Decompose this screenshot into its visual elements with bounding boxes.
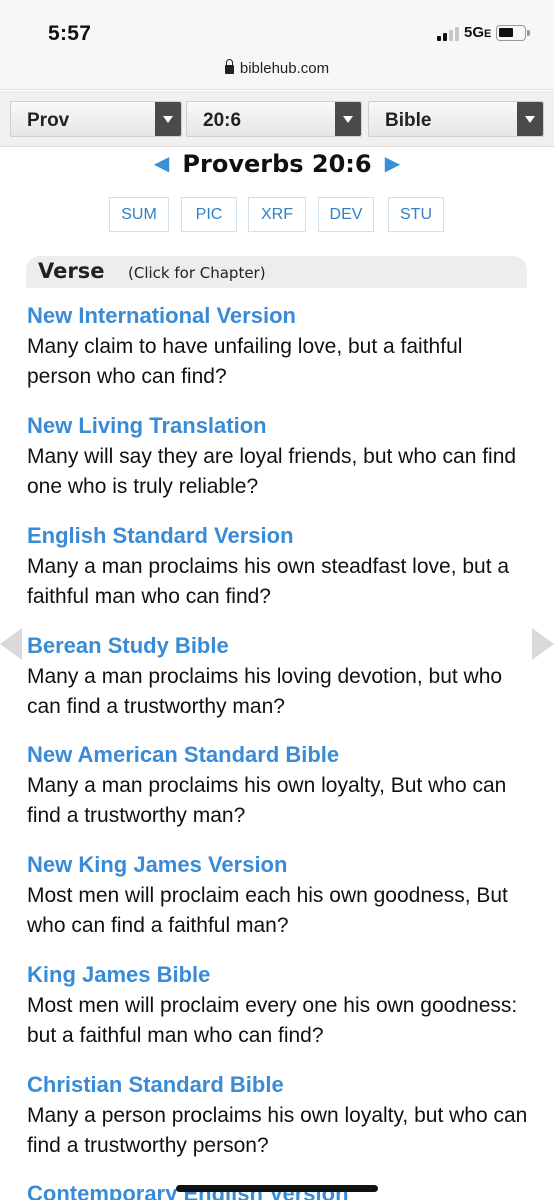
version-select-value: Bible	[385, 110, 432, 131]
verse-text: Most men will proclaim every one his own…	[27, 994, 518, 1047]
home-indicator[interactable]	[176, 1185, 378, 1192]
list-item: Christian Standard Bible Many a person p…	[27, 1071, 532, 1161]
verse-text: Many a man proclaims his own steadfast l…	[27, 555, 510, 608]
network-type: 5GE	[464, 24, 492, 41]
verse-text: Many will say they are loyal friends, bu…	[27, 445, 517, 498]
chapter-link-hint[interactable]: (Click for Chapter)	[128, 264, 266, 282]
book-select-value: Prov	[27, 110, 70, 131]
page-title: Proverbs 20:6	[182, 150, 372, 178]
url-display[interactable]: biblehub.com	[0, 59, 554, 77]
address-bar[interactable]: biblehub.com	[0, 56, 554, 90]
next-page-arrow-icon[interactable]	[532, 628, 554, 660]
pic-button[interactable]: PIC	[181, 197, 237, 232]
list-item: New American Standard Bible Many a man p…	[27, 741, 532, 831]
list-item: New Living Translation Many will say the…	[27, 412, 532, 502]
chevron-down-icon	[517, 102, 543, 136]
version-link[interactable]: King James Bible	[27, 961, 532, 989]
verse-text: Many a person proclaims his own loyalty,…	[27, 1104, 528, 1157]
version-link[interactable]: English Standard Version	[27, 522, 532, 550]
study-tools: SUM PIC XRF DEV STU	[0, 197, 554, 232]
version-link[interactable]: New American Standard Bible	[27, 741, 532, 769]
next-verse-arrow-icon[interactable]: ▶	[385, 151, 400, 175]
version-link[interactable]: New Living Translation	[27, 412, 532, 440]
stu-button[interactable]: STU	[388, 197, 444, 232]
chevron-down-icon	[155, 102, 181, 136]
version-select[interactable]: Bible	[368, 101, 544, 137]
battery-icon	[496, 25, 530, 41]
version-link[interactable]: Berean Study Bible	[27, 632, 532, 660]
previous-verse-arrow-icon[interactable]: ◀	[154, 151, 169, 175]
status-bar: 5:57 5GE	[0, 0, 554, 56]
list-item: Berean Study Bible Many a man proclaims …	[27, 632, 532, 722]
version-link[interactable]: New International Version	[27, 302, 532, 330]
list-item: King James Bible Most men will proclaim …	[27, 961, 532, 1051]
chevron-down-icon	[335, 102, 361, 136]
dev-button[interactable]: DEV	[318, 197, 374, 232]
verse-heading: Verse	[38, 259, 105, 283]
passage-title-row: ◀ Proverbs 20:6 ▶	[0, 150, 554, 180]
list-item: New International Version Many claim to …	[27, 302, 532, 392]
sum-button[interactable]: SUM	[109, 197, 169, 232]
version-link[interactable]: New King James Version	[27, 851, 532, 879]
version-link[interactable]: Christian Standard Bible	[27, 1071, 532, 1099]
verse-text: Many a man proclaims his own loyalty, Bu…	[27, 774, 507, 827]
passage-selector-bar: Prov 20:6 Bible	[0, 91, 554, 147]
verse-text: Most men will proclaim each his own good…	[27, 884, 508, 937]
xrf-button[interactable]: XRF	[248, 197, 306, 232]
lock-icon	[224, 59, 234, 74]
verse-section-header[interactable]: Verse (Click for Chapter)	[26, 256, 527, 288]
chapter-verse-select[interactable]: 20:6	[186, 101, 362, 137]
chapter-verse-select-value: 20:6	[203, 110, 242, 131]
clock: 5:57	[48, 22, 92, 45]
book-select[interactable]: Prov	[10, 101, 182, 137]
list-item: English Standard Version Many a man proc…	[27, 522, 532, 612]
list-item: New King James Version Most men will pro…	[27, 851, 532, 941]
verse-text: Many a man proclaims his loving devotion…	[27, 665, 503, 718]
cellular-signal-icon	[437, 27, 461, 41]
previous-page-arrow-icon[interactable]	[0, 628, 22, 660]
verse-text: Many claim to have unfailing love, but a…	[27, 335, 463, 388]
